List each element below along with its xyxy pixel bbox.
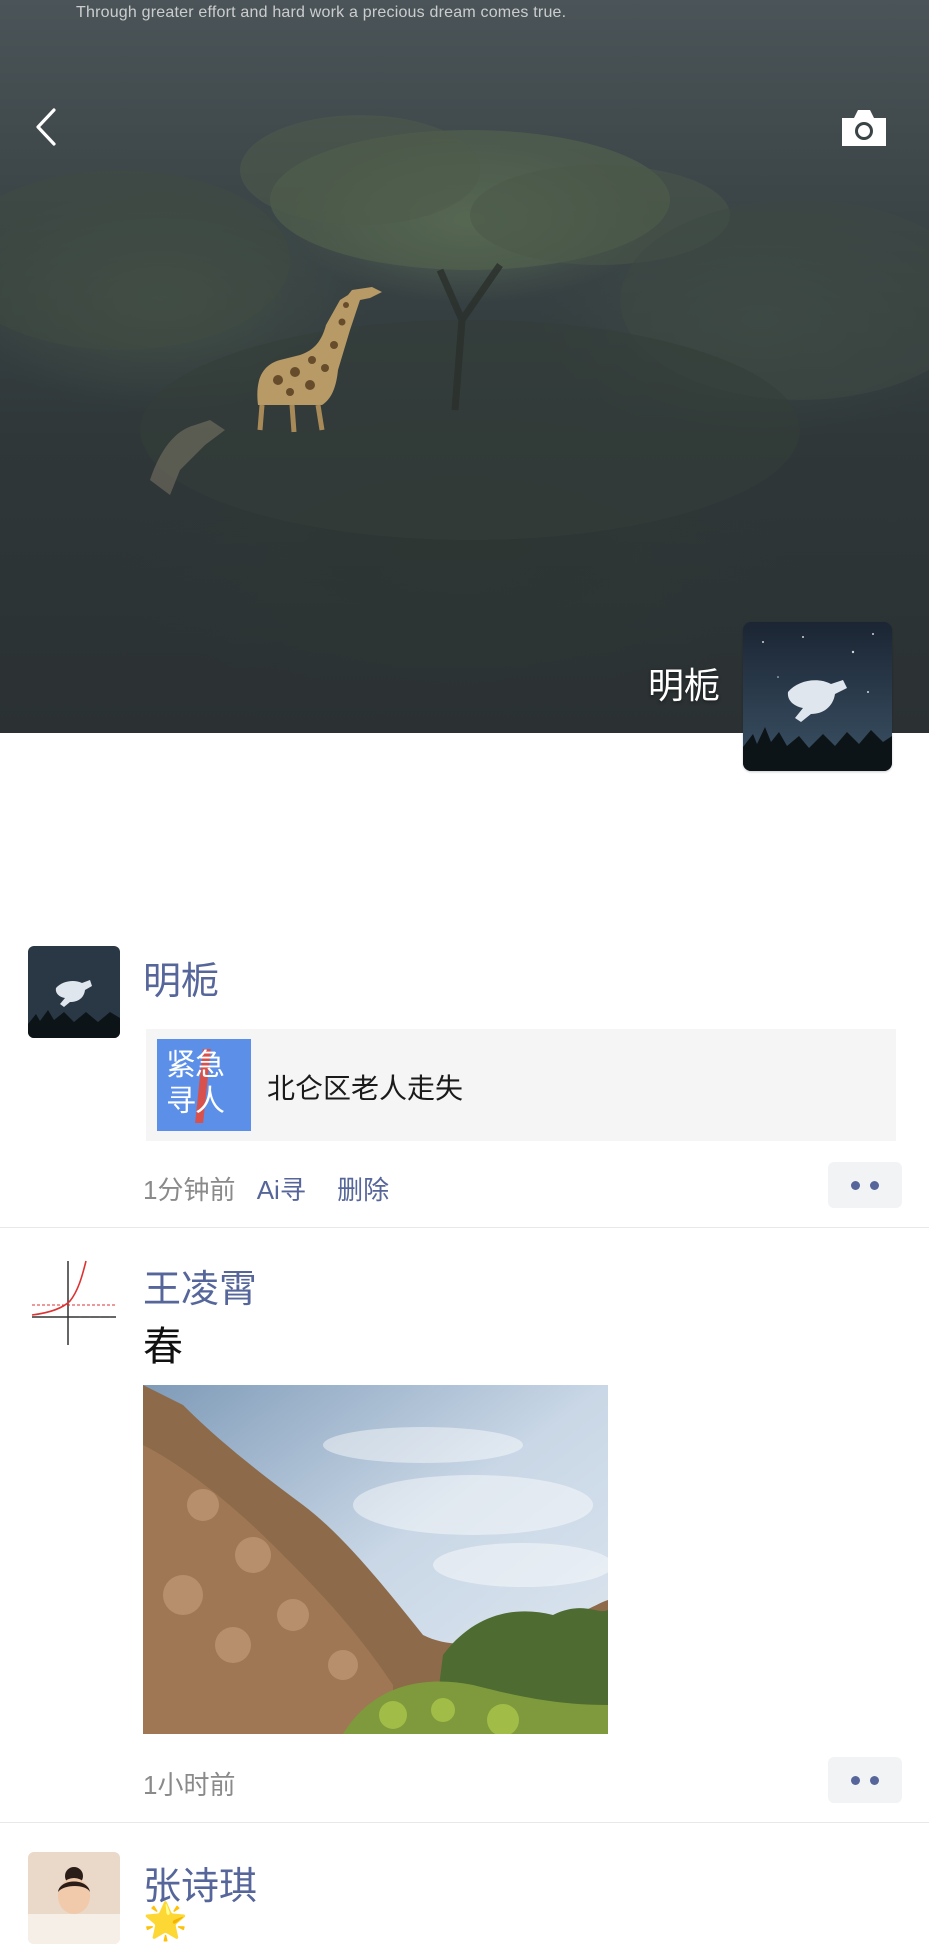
owner-avatar[interactable] xyxy=(743,622,892,771)
thumb-text-line1: 紧急 xyxy=(166,1049,225,1082)
cover-owner-name[interactable]: 明栀 xyxy=(648,657,720,709)
astronaut-avatar-image xyxy=(28,946,120,1038)
camera-icon xyxy=(842,110,886,146)
post-avatar[interactable] xyxy=(28,1852,120,1944)
post-author-name[interactable]: 王凌霄 xyxy=(143,1258,257,1313)
dot-icon xyxy=(870,1775,879,1785)
delete-button[interactable]: 删除 xyxy=(337,1175,389,1205)
post-meta: 1分钟前 Ai寻 删除 xyxy=(143,1170,389,1207)
post-time: 1小时前 xyxy=(143,1770,236,1800)
post-source-link[interactable]: Ai寻 xyxy=(257,1175,306,1205)
dot-icon xyxy=(851,1775,860,1785)
post-avatar[interactable] xyxy=(28,1255,120,1347)
share-title: 北仑区老人走失 xyxy=(267,1073,464,1104)
chevron-left-icon xyxy=(36,108,56,146)
dot-icon xyxy=(851,1180,860,1190)
more-options-button[interactable] xyxy=(828,1162,902,1208)
post-time: 1分钟前 xyxy=(143,1175,236,1205)
graph-avatar-image xyxy=(28,1255,120,1347)
more-options-button[interactable] xyxy=(828,1757,902,1803)
post-photo[interactable] xyxy=(143,1385,608,1734)
astronaut-avatar-image xyxy=(743,622,892,771)
wisteria-photo-image xyxy=(143,1385,608,1734)
back-button[interactable] xyxy=(28,104,68,150)
post-avatar[interactable] xyxy=(28,946,120,1038)
portrait-avatar-image xyxy=(28,1852,120,1944)
share-thumbnail: 紧急 寻人 xyxy=(157,1039,251,1131)
post-author-name[interactable]: 明栀 xyxy=(143,950,219,1005)
post-meta: 1小时前 xyxy=(143,1765,235,1802)
shared-link-card[interactable]: 紧急 寻人 北仑区老人走失 xyxy=(146,1029,896,1141)
thumb-text-line2: 寻人 xyxy=(166,1085,225,1118)
post-divider xyxy=(0,1227,929,1228)
camera-button[interactable] xyxy=(838,106,890,150)
post-divider xyxy=(0,1822,929,1823)
dot-icon xyxy=(870,1180,879,1190)
post-text: 🌟 xyxy=(143,1900,188,1941)
post-text: 春 xyxy=(143,1325,183,1369)
cover-motto: Through greater effort and hard work a p… xyxy=(76,4,567,21)
